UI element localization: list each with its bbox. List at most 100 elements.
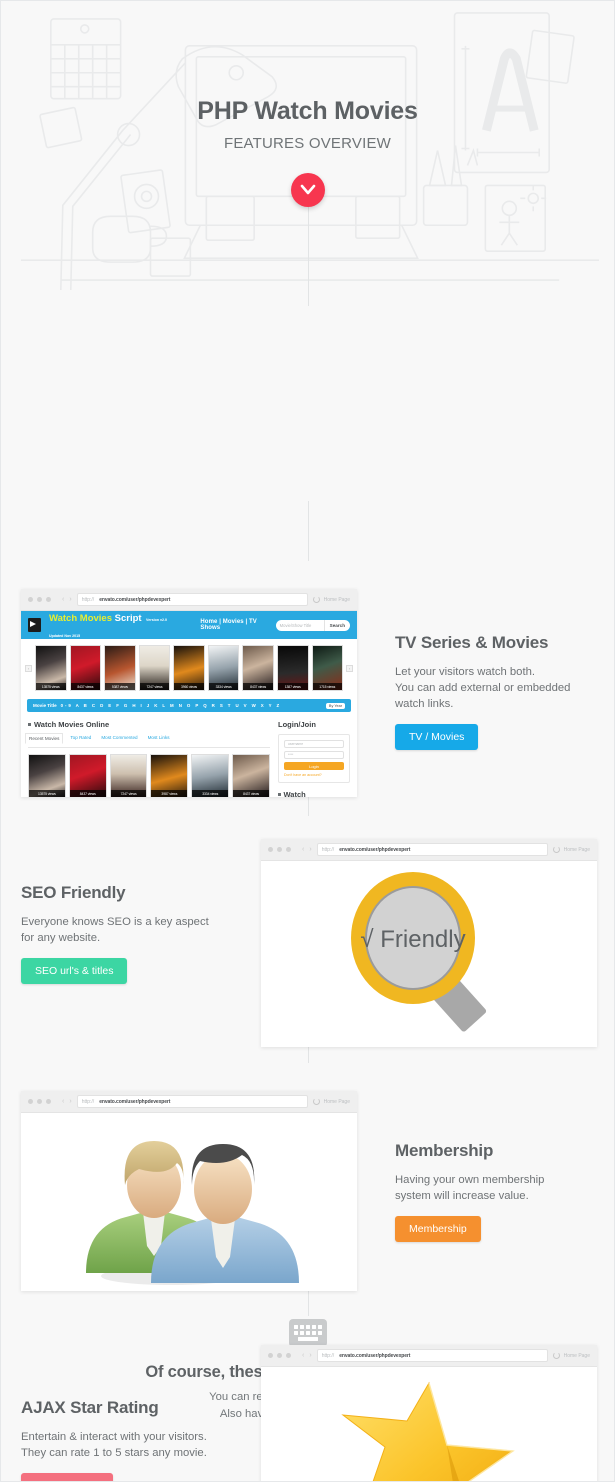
back-icon[interactable]: ‹: [302, 846, 304, 853]
movie-poster[interactable]: 3334 views: [207, 645, 240, 691]
reload-icon[interactable]: [552, 846, 560, 853]
chrome-right-group: Home Page: [552, 1352, 590, 1359]
forward-icon[interactable]: ›: [69, 1098, 71, 1105]
movies-section-title: Watch Movies Online: [28, 720, 270, 729]
url-text: envato.com/user/phpdevexpert: [99, 1098, 171, 1105]
movie-poster[interactable]: 5387 views: [104, 645, 136, 691]
url-bar[interactable]: http:// envato.com/user/phpdevexpert: [76, 1095, 308, 1108]
movie-poster[interactable]: 1387 views: [276, 645, 309, 691]
view-count-badge: 3334 views: [208, 683, 239, 690]
movie-poster[interactable]: 8437 views: [68, 754, 107, 797]
nav-arrows[interactable]: ‹ ›: [302, 846, 312, 853]
nav-arrows[interactable]: ‹ ›: [62, 1098, 72, 1105]
site-nav-links[interactable]: Home | Movies | TV Shows: [200, 619, 267, 631]
chrome-right-group: Home Page: [312, 596, 350, 603]
scroll-down-button[interactable]: [290, 173, 325, 207]
reload-icon[interactable]: [552, 1352, 560, 1359]
get-more-info-button[interactable]: Get More Info: [21, 1473, 114, 1481]
window-dot: [37, 597, 42, 602]
browser-chrome: ‹ › http:// envato.com/user/phpdevexpert…: [261, 1345, 597, 1367]
forward-icon[interactable]: ›: [309, 1352, 311, 1359]
movie-poster[interactable]: 7247 views: [109, 754, 148, 797]
window-controls: [28, 597, 51, 602]
alphabet-filter-label: Movie Title: [33, 703, 57, 708]
nav-arrows[interactable]: ‹ ›: [302, 1352, 312, 1359]
username-field[interactable]: username: [284, 740, 344, 748]
feature-title: SEO Friendly: [21, 883, 126, 902]
alphabet-filter-letters[interactable]: 0-9 A B C D E F G H I J K L M N O P Q R …: [61, 703, 281, 708]
landing-page: PHP Watch Movies FEATURES OVERVIEW ‹ › h…: [0, 0, 615, 1482]
forward-icon[interactable]: ›: [69, 596, 71, 603]
window-controls: [28, 1099, 51, 1104]
site-logo[interactable]: Watch Movies Script Version v2.0 Updated…: [49, 609, 178, 641]
connector-line: [308, 501, 309, 561]
search-button[interactable]: Search: [323, 619, 350, 631]
reload-icon[interactable]: [312, 596, 320, 603]
keyboard-key: [293, 1331, 298, 1335]
tv-movies-button[interactable]: TV / Movies: [395, 724, 479, 751]
feature-text-seo: SEO Friendly Everyone knows SEO is a key…: [21, 883, 271, 985]
view-count-badge: 7247 views: [110, 790, 147, 797]
home-page-label[interactable]: Home Page: [564, 847, 590, 853]
search-input[interactable]: Movie/Show Title: [275, 619, 324, 631]
keyboard-key: [299, 1331, 304, 1335]
keyboard-key: [305, 1331, 310, 1335]
magnifier-icon: √ Friendly: [351, 872, 487, 1032]
browser-mockup-rating: ‹ › http:// envato.com/user/phpdevexpert…: [261, 1345, 597, 1481]
seo-urls-titles-button[interactable]: SEO url's & titles: [21, 958, 128, 985]
movie-poster[interactable]: 8437 views: [69, 645, 102, 691]
keyboard-key: [305, 1325, 310, 1329]
movie-poster[interactable]: 1715 views: [311, 645, 344, 691]
tab-recent-movies[interactable]: Recent Movies: [25, 733, 64, 744]
movie-poster[interactable]: 8437 views: [242, 645, 274, 691]
star-icon: [341, 1381, 516, 1481]
home-page-label[interactable]: Home Page: [324, 597, 350, 603]
carousel-prev-button[interactable]: ‹: [25, 664, 32, 672]
alphabet-filter-bar: Movie Title 0-9 A B C D E F G H I J K L …: [27, 699, 351, 712]
login-button[interactable]: Login: [284, 762, 344, 770]
back-icon[interactable]: ‹: [62, 596, 64, 603]
movie-poster[interactable]: 8437 views: [232, 754, 270, 797]
register-link[interactable]: Don't have an account?: [284, 773, 344, 777]
tab-most-links[interactable]: Most Links: [148, 735, 170, 744]
chevron-down-icon: [300, 184, 315, 195]
membership-button[interactable]: Membership: [395, 1216, 481, 1243]
view-count-badge: 8437 views: [70, 683, 101, 690]
movies-list-column: Watch Movies Online Recent Movies Top Ra…: [25, 720, 270, 797]
forward-icon[interactable]: ›: [309, 846, 311, 853]
carousel-next-button[interactable]: ›: [346, 664, 354, 672]
view-count-badge: 8437 views: [233, 790, 269, 797]
feature-title: TV Series & Movies: [395, 633, 549, 652]
home-page-label[interactable]: Home Page: [564, 1353, 590, 1359]
url-protocol: http://: [81, 596, 95, 603]
movie-poster[interactable]: 13575 views: [28, 754, 66, 797]
window-dot: [37, 1099, 42, 1104]
tab-most-commented[interactable]: Most Commented: [101, 735, 137, 744]
url-bar[interactable]: http:// envato.com/user/phpdevexpert: [316, 843, 548, 856]
movie-poster[interactable]: 7247 views: [138, 645, 171, 691]
back-icon[interactable]: ‹: [302, 1352, 304, 1359]
sort-select[interactable]: By Year: [325, 702, 345, 709]
nav-arrows[interactable]: ‹ ›: [62, 596, 72, 603]
back-icon[interactable]: ‹: [62, 1098, 64, 1105]
url-protocol: http://: [81, 1098, 95, 1105]
movie-poster[interactable]: 3960 views: [173, 645, 205, 691]
tab-top-rated[interactable]: Top Rated: [70, 735, 91, 744]
chrome-right-group: Home Page: [312, 1098, 350, 1105]
site-navbar: Watch Movies Script Version v2.0 Updated…: [21, 611, 357, 639]
url-text: envato.com/user/phpdevexpert: [99, 596, 171, 603]
view-count-badge: 5387 views: [105, 683, 135, 690]
movie-poster[interactable]: 3334 views: [191, 754, 230, 797]
reload-icon[interactable]: [312, 1098, 320, 1105]
view-count-badge: 8437 views: [69, 790, 106, 797]
password-field[interactable]: ****: [284, 751, 344, 759]
url-bar[interactable]: http:// envato.com/user/phpdevexpert: [316, 1349, 548, 1362]
movie-poster[interactable]: 3987 views: [150, 754, 189, 797]
home-page-label[interactable]: Home Page: [324, 1099, 350, 1105]
browser-chrome: ‹ › http:// envato.com/user/phpdevexpert…: [21, 589, 357, 611]
url-bar[interactable]: http:// envato.com/user/phpdevexpert: [76, 593, 308, 606]
site-search[interactable]: Movie/Show Title Search: [275, 619, 350, 631]
movie-poster[interactable]: 13575 views: [35, 645, 67, 691]
keyboard-key: [317, 1331, 322, 1335]
keyboard-row: [293, 1331, 322, 1335]
